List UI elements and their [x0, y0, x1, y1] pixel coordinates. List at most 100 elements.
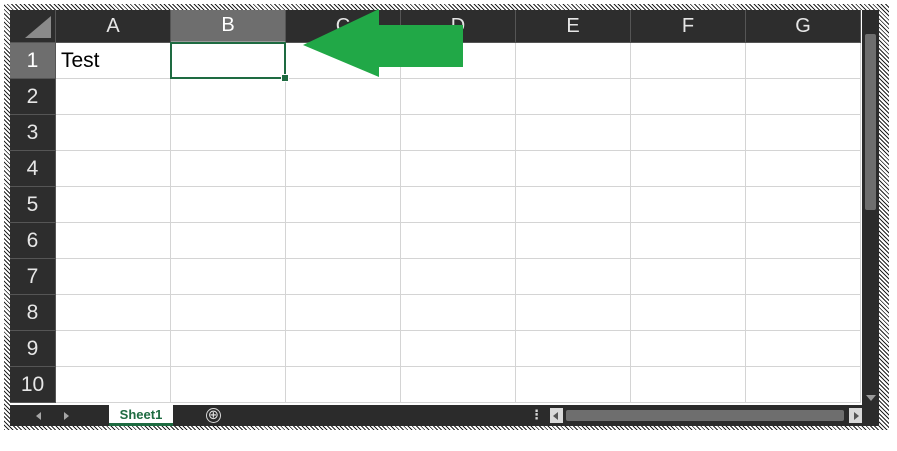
cell-a7[interactable]: [56, 259, 171, 295]
horizontal-scroll-thumb[interactable]: [566, 410, 844, 421]
cell-a5[interactable]: [56, 187, 171, 223]
cell-e3[interactable]: [516, 115, 631, 151]
cell-g3[interactable]: [746, 115, 861, 151]
cell-g8[interactable]: [746, 295, 861, 331]
cell-e1[interactable]: [516, 43, 631, 79]
vertical-scroll-thumb[interactable]: [865, 34, 876, 210]
cell-c5[interactable]: [286, 187, 401, 223]
cell-g2[interactable]: [746, 79, 861, 115]
cell-d9[interactable]: [401, 331, 516, 367]
cell-f7[interactable]: [631, 259, 746, 295]
tab-split-handle-icon[interactable]: ⋮: [530, 407, 543, 423]
column-header-f[interactable]: F: [631, 10, 746, 43]
cell-g5[interactable]: [746, 187, 861, 223]
cell-f4[interactable]: [631, 151, 746, 187]
add-sheet-icon[interactable]: ⊕: [206, 408, 221, 423]
row-header-3[interactable]: 3: [10, 115, 56, 151]
row-header-2[interactable]: 2: [10, 79, 56, 115]
cell-a4[interactable]: [56, 151, 171, 187]
cell-c4[interactable]: [286, 151, 401, 187]
cell-e8[interactable]: [516, 295, 631, 331]
select-all-button[interactable]: [10, 10, 56, 43]
cell-g9[interactable]: [746, 331, 861, 367]
horizontal-scrollbar[interactable]: [550, 408, 862, 423]
scroll-left-button[interactable]: [550, 408, 563, 423]
cell-b5[interactable]: [171, 187, 286, 223]
active-cell-selection[interactable]: [170, 42, 286, 79]
cell-b8[interactable]: [171, 295, 286, 331]
row-header-5[interactable]: 5: [10, 187, 56, 223]
cell-f3[interactable]: [631, 115, 746, 151]
cell-b4[interactable]: [171, 151, 286, 187]
row-header-6[interactable]: 6: [10, 223, 56, 259]
cell-c10[interactable]: [286, 367, 401, 403]
cell-b7[interactable]: [171, 259, 286, 295]
cell-f10[interactable]: [631, 367, 746, 403]
row-header-7[interactable]: 7: [10, 259, 56, 295]
row-header-4[interactable]: 4: [10, 151, 56, 187]
cell-d4[interactable]: [401, 151, 516, 187]
arrow-shape: [303, 9, 463, 77]
cell-f9[interactable]: [631, 331, 746, 367]
vertical-scrollbar[interactable]: [862, 10, 879, 405]
cell-a3[interactable]: [56, 115, 171, 151]
cell-d2[interactable]: [401, 79, 516, 115]
cell-f6[interactable]: [631, 223, 746, 259]
cell-b3[interactable]: [171, 115, 286, 151]
column-header-e[interactable]: E: [516, 10, 631, 43]
cell-e10[interactable]: [516, 367, 631, 403]
row-header-8[interactable]: 8: [10, 295, 56, 331]
cell-c7[interactable]: [286, 259, 401, 295]
row-header-1[interactable]: 1: [10, 43, 56, 79]
cell-c6[interactable]: [286, 223, 401, 259]
cell-e5[interactable]: [516, 187, 631, 223]
cell-d7[interactable]: [401, 259, 516, 295]
next-sheet-arrow-icon[interactable]: [64, 412, 69, 420]
cell-c2[interactable]: [286, 79, 401, 115]
cell-c8[interactable]: [286, 295, 401, 331]
cell-a2[interactable]: [56, 79, 171, 115]
scroll-right-arrow-icon: [854, 412, 859, 420]
cell-a6[interactable]: [56, 223, 171, 259]
cell-d3[interactable]: [401, 115, 516, 151]
cell-b10[interactable]: [171, 367, 286, 403]
cell-a1[interactable]: Test: [56, 43, 171, 79]
green-arrow-annotation: [303, 9, 463, 77]
cell-d5[interactable]: [401, 187, 516, 223]
column-header-b[interactable]: B: [171, 10, 286, 43]
cell-e6[interactable]: [516, 223, 631, 259]
cell-f5[interactable]: [631, 187, 746, 223]
cell-b9[interactable]: [171, 331, 286, 367]
cell-g1[interactable]: [746, 43, 861, 79]
cell-a9[interactable]: [56, 331, 171, 367]
cell-e2[interactable]: [516, 79, 631, 115]
column-header-g[interactable]: G: [746, 10, 861, 43]
cell-g10[interactable]: [746, 367, 861, 403]
cell-d8[interactable]: [401, 295, 516, 331]
cell-g4[interactable]: [746, 151, 861, 187]
cell-b6[interactable]: [171, 223, 286, 259]
cell-a10[interactable]: [56, 367, 171, 403]
cell-g6[interactable]: [746, 223, 861, 259]
cell-f2[interactable]: [631, 79, 746, 115]
cell-d6[interactable]: [401, 223, 516, 259]
cell-g7[interactable]: [746, 259, 861, 295]
cell-a8[interactable]: [56, 295, 171, 331]
cell-c9[interactable]: [286, 331, 401, 367]
tab-sheet1[interactable]: Sheet1: [109, 405, 173, 426]
cell-e7[interactable]: [516, 259, 631, 295]
cell-f8[interactable]: [631, 295, 746, 331]
row-header-10[interactable]: 10: [10, 367, 56, 403]
previous-sheet-arrow-icon[interactable]: [36, 412, 41, 420]
cell-f1[interactable]: [631, 43, 746, 79]
cell-d10[interactable]: [401, 367, 516, 403]
fill-handle[interactable]: [281, 74, 289, 82]
cell-c3[interactable]: [286, 115, 401, 151]
row-header-9[interactable]: 9: [10, 331, 56, 367]
scroll-down-arrow-icon[interactable]: [866, 395, 876, 401]
cell-b2[interactable]: [171, 79, 286, 115]
cell-e4[interactable]: [516, 151, 631, 187]
column-header-a[interactable]: A: [56, 10, 171, 43]
scroll-right-button[interactable]: [849, 408, 862, 423]
cell-e9[interactable]: [516, 331, 631, 367]
